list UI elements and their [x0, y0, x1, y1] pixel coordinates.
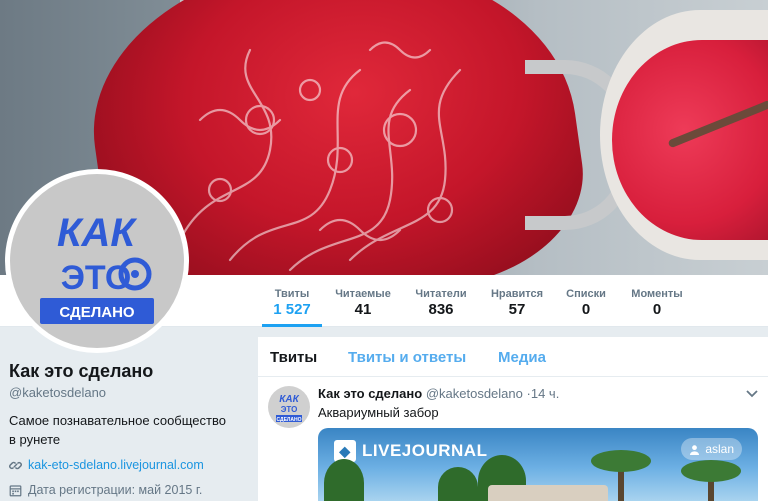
user-icon — [690, 444, 700, 455]
tweet-text: Аквариумный забор — [318, 405, 439, 420]
nav-tweets[interactable]: Твиты 1 527 — [262, 275, 322, 327]
nav-moments-label: Моменты — [631, 288, 683, 300]
timeline: Твиты Твиты и ответы Медиа КАК ЭТО СДЕЛА… — [258, 337, 768, 501]
avatar-logo-graphic: КАК ЭТО СДЕЛАНО — [40, 211, 154, 324]
nav-likes-count: 57 — [508, 301, 526, 318]
tweet-avatar-logo: КАК ЭТО СДЕЛАНО — [276, 394, 302, 423]
profile-join-date: Дата регистрации: май 2015 г. — [28, 483, 203, 497]
profile-bio: Самое познавательное сообщество в рунете — [9, 413, 226, 447]
profile-name[interactable]: Как это сделано — [9, 361, 153, 382]
card-palm-leaves — [591, 450, 651, 472]
tab-tweets-replies[interactable]: Твиты и ответы — [348, 349, 466, 366]
nav-likes-label: Нравится — [490, 288, 544, 300]
tab-media[interactable]: Медиа — [498, 349, 546, 366]
tweet[interactable]: КАК ЭТО СДЕЛАНО Как это сделано @kaketos… — [258, 377, 768, 501]
livejournal-logo: ◆ LIVEJOURNAL — [334, 440, 487, 462]
nav-tweets-label: Твиты — [274, 288, 310, 300]
avatar-logo-line1: КАК — [57, 211, 137, 255]
card-brand: LIVEJOURNAL — [362, 441, 488, 460]
tweet-link-card[interactable]: ◆ LIVEJOURNAL aslan — [318, 428, 758, 501]
tweet-avatar-line1: КАК — [279, 394, 299, 405]
nav-likes[interactable]: Нравится 57 — [482, 275, 552, 327]
card-user-badge: aslan — [681, 438, 742, 460]
nav-moments-count: 0 — [652, 301, 662, 318]
profile-handle[interactable]: @kaketosdelano — [9, 385, 106, 400]
profile-avatar[interactable]: КАК ЭТО СДЕЛАНО — [5, 169, 189, 353]
tweet-author-name[interactable]: Как это сделано — [318, 386, 422, 401]
profile-url[interactable]: kak-eto-sdelano.livejournal.com — [28, 458, 204, 472]
calendar-icon — [9, 484, 22, 496]
tweet-avatar[interactable]: КАК ЭТО СДЕЛАНО — [268, 386, 310, 428]
card-tree — [438, 467, 478, 501]
card-tree — [324, 459, 364, 501]
avatar-logo-line3: СДЕЛАНО — [59, 304, 135, 321]
profile-url-row[interactable]: kak-eto-sdelano.livejournal.com — [9, 458, 204, 472]
profile-card: Как это сделано @kaketosdelano Самое поз… — [0, 328, 246, 501]
nav-following-label: Читаемые — [335, 288, 391, 300]
profile-join-date-row: Дата регистрации: май 2015 г. — [9, 483, 202, 497]
tab-tweets[interactable]: Твиты — [270, 349, 317, 366]
nav-tweets-count: 1 527 — [273, 301, 311, 318]
chevron-down-icon[interactable] — [746, 387, 758, 401]
card-building — [488, 485, 608, 501]
nav-following[interactable]: Читаемые 41 — [328, 275, 398, 327]
nav-lists[interactable]: Списки 0 — [558, 275, 614, 327]
nav-followers-count: 836 — [428, 301, 454, 318]
nav-lists-label: Списки — [566, 288, 606, 300]
tweet-header: Как это сделано @kaketosdelano ·14 ч. — [318, 386, 559, 401]
avatar-logo: КАК ЭТО СДЕЛАНО — [10, 174, 184, 348]
nav-followers-label: Читатели — [415, 288, 467, 300]
banner-ornament — [178, 41, 462, 272]
nav-followers[interactable]: Читатели 836 — [406, 275, 476, 327]
link-icon — [9, 461, 22, 469]
card-user-name: aslan — [705, 442, 734, 456]
tweet-avatar-line2: ЭТО — [281, 405, 298, 414]
card-palm-leaves — [681, 460, 741, 482]
tweet-author-handle[interactable]: @kaketosdelano — [426, 386, 523, 401]
tweet-avatar-line3: СДЕЛАНО — [276, 417, 301, 423]
timeline-tabs: Твиты Твиты и ответы Медиа — [258, 337, 768, 377]
nav-lists-count: 0 — [581, 301, 591, 318]
nav-following-count: 41 — [354, 301, 372, 318]
nav-moments[interactable]: Моменты 0 — [624, 275, 690, 327]
tweet-time[interactable]: 14 ч. — [531, 386, 559, 401]
